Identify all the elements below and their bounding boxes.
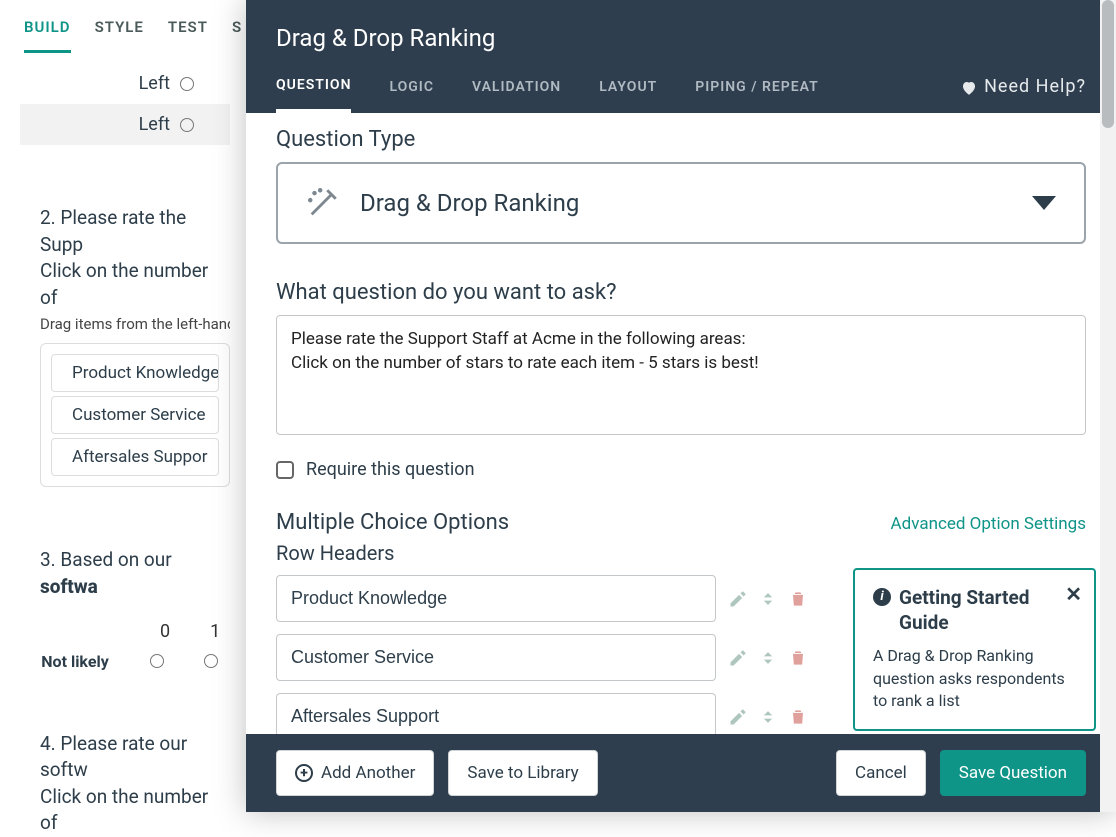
getting-started-panel: ✕ i Getting Started Guide A Drag & Drop … xyxy=(853,568,1096,731)
need-help-link[interactable]: Need Help? xyxy=(960,76,1086,113)
chevron-down-icon xyxy=(1032,196,1056,210)
not-likely-label: Not likely xyxy=(40,652,110,671)
bg-q2-line2: Click on the number of xyxy=(40,258,230,311)
question-editor-modal: Drag & Drop Ranking QUESTION LOGIC VALID… xyxy=(246,0,1116,812)
modal-tab-question[interactable]: QUESTION xyxy=(276,77,351,113)
radio-icon[interactable] xyxy=(180,77,194,91)
trash-icon[interactable] xyxy=(788,648,808,668)
tab-build[interactable]: BUILD xyxy=(24,18,71,53)
tab-style[interactable]: STYLE xyxy=(95,18,144,53)
scrollbar-thumb[interactable] xyxy=(1102,0,1114,128)
add-another-button[interactable]: + Add Another xyxy=(276,750,434,796)
bg-option-row: Left xyxy=(20,104,230,145)
row-headers-label: Row Headers xyxy=(276,541,1086,565)
bg-option-label: Left xyxy=(40,114,170,135)
add-another-label: Add Another xyxy=(321,763,415,783)
tab-test[interactable]: TEST xyxy=(168,18,208,53)
question-type-value: Drag & Drop Ranking xyxy=(360,189,579,217)
bg-q4-line1: 4. Please rate our softw xyxy=(40,731,230,784)
modal-header: Drag & Drop Ranking QUESTION LOGIC VALID… xyxy=(246,0,1116,113)
drag-icon[interactable] xyxy=(758,589,778,609)
require-row[interactable]: Require this question xyxy=(276,459,1086,480)
save-question-button[interactable]: Save Question xyxy=(940,750,1086,796)
modal-title: Drag & Drop Ranking xyxy=(276,24,1086,52)
pencil-icon[interactable] xyxy=(728,707,748,727)
bg-q2-line1: 2. Please rate the Supp xyxy=(40,205,230,258)
info-icon: i xyxy=(873,588,891,606)
bg-scale-row: Not likely xyxy=(40,652,230,671)
bg-rank-item[interactable]: Product Knowledge xyxy=(51,354,219,392)
drag-icon[interactable] xyxy=(758,648,778,668)
modal-body: Question Type Drag & Drop Ranking What q… xyxy=(246,113,1116,734)
wand-icon xyxy=(306,186,340,220)
row-actions xyxy=(728,648,808,668)
row-header-input[interactable] xyxy=(276,634,716,681)
plus-icon: + xyxy=(295,764,313,782)
radio-icon[interactable] xyxy=(180,118,194,132)
save-to-library-button[interactable]: Save to Library xyxy=(448,750,597,796)
ask-label: What question do you want to ask? xyxy=(276,280,1086,305)
row-header-input[interactable] xyxy=(276,693,716,734)
tab-extra[interactable]: S xyxy=(232,18,242,53)
mco-title: Multiple Choice Options xyxy=(276,510,509,535)
trash-icon[interactable] xyxy=(788,707,808,727)
question-text-input[interactable] xyxy=(276,315,1086,435)
drag-icon[interactable] xyxy=(758,707,778,727)
row-actions xyxy=(728,589,808,609)
cancel-label: Cancel xyxy=(855,763,907,783)
bg-option-row: Left xyxy=(40,63,230,104)
bg-content: Left Left 2. Please rate the Supp Click … xyxy=(0,53,246,837)
save-label: Save Question xyxy=(959,763,1067,783)
radio-icon[interactable] xyxy=(150,654,164,668)
need-help-text: Need Help? xyxy=(984,76,1086,97)
mco-header: Multiple Choice Options Advanced Option … xyxy=(276,510,1086,535)
heart-icon xyxy=(960,79,978,95)
trash-icon[interactable] xyxy=(788,589,808,609)
bg-q3-bold: softwa xyxy=(40,575,98,598)
row-actions xyxy=(728,707,808,727)
save-library-label: Save to Library xyxy=(467,763,578,783)
bg-rank-item[interactable]: Customer Service xyxy=(51,396,219,434)
bg-scale: 0 1 Not likely xyxy=(40,621,230,671)
bg-q3: 3. Based on our softwa xyxy=(40,547,230,600)
bg-scale-nums: 0 1 xyxy=(160,621,230,642)
bg-q2-hint: Drag items from the left-hand xyxy=(40,315,230,333)
scale-num-1: 1 xyxy=(210,621,220,642)
radio-icon[interactable] xyxy=(204,654,218,668)
require-label: Require this question xyxy=(306,459,475,480)
scale-num-0: 0 xyxy=(160,621,170,642)
scrollbar[interactable] xyxy=(1100,0,1116,812)
modal-tab-layout[interactable]: LAYOUT xyxy=(599,79,657,111)
bg-q4-line2: Click on the number of xyxy=(40,784,230,837)
getting-started-title-text: Getting Started Guide xyxy=(899,586,1076,635)
modal-tab-piping[interactable]: PIPING / REPEAT xyxy=(695,79,819,111)
modal-tabs: QUESTION LOGIC VALIDATION LAYOUT PIPING … xyxy=(276,76,1086,113)
checkbox-icon[interactable] xyxy=(276,461,294,479)
modal-footer: + Add Another Save to Library Cancel Sav… xyxy=(246,734,1116,812)
pencil-icon[interactable] xyxy=(728,589,748,609)
getting-started-title: i Getting Started Guide xyxy=(873,586,1076,635)
pencil-icon[interactable] xyxy=(728,648,748,668)
question-type-select[interactable]: Drag & Drop Ranking xyxy=(276,162,1086,244)
advanced-option-settings-link[interactable]: Advanced Option Settings xyxy=(891,514,1086,534)
question-type-label: Question Type xyxy=(276,127,1086,152)
bg-rank-item[interactable]: Aftersales Suppor xyxy=(51,438,219,476)
close-icon[interactable]: ✕ xyxy=(1065,582,1082,606)
modal-tab-logic[interactable]: LOGIC xyxy=(389,79,434,111)
modal-tab-validation[interactable]: VALIDATION xyxy=(472,79,561,111)
getting-started-body: A Drag & Drop Ranking question asks resp… xyxy=(873,645,1076,712)
bg-q3-prefix: 3. Based on our xyxy=(40,548,172,571)
bg-rank-box: Product Knowledge Customer Service After… xyxy=(40,343,230,487)
row-header-input[interactable] xyxy=(276,575,716,622)
main-tabs: BUILD STYLE TEST S xyxy=(0,0,246,53)
bg-option-label: Left xyxy=(40,73,170,94)
cancel-button[interactable]: Cancel xyxy=(836,750,926,796)
builder-background: BUILD STYLE TEST S Left Left 2. Please r… xyxy=(0,0,246,812)
